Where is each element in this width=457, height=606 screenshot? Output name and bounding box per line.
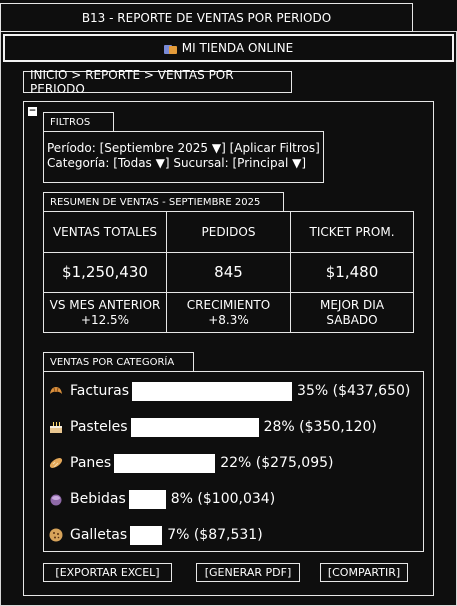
summary-growth: CRECIMIENTO +8.3% <box>167 293 291 332</box>
summary-header-avg-ticket: TICKET PROM. <box>291 212 413 253</box>
growth-value: +8.3% <box>208 312 249 327</box>
category-name: Panes <box>70 455 112 471</box>
summary-header-total-sales: VENTAS TOTALES <box>44 212 167 253</box>
share-button[interactable]: [COMPARTIR] <box>320 563 408 582</box>
window-title: B13 - REPORTE DE VENTAS POR PERIODO <box>81 10 332 25</box>
store-name: MI TIENDA ONLINE <box>181 41 294 55</box>
filters-title: FILTROS <box>50 116 91 128</box>
shopping-bags-icon <box>163 42 177 54</box>
category-name: Facturas <box>70 383 130 399</box>
collapse-toggle-button[interactable]: − <box>28 107 37 116</box>
breadcrumb[interactable]: INICIO > REPORTE > VENTAS POR PERIODO <box>23 68 292 96</box>
category-bar <box>128 489 166 509</box>
filters-section-label: FILTROS <box>43 112 114 132</box>
filters-panel: Período: [Septiembre 2025 ▼] [Aplicar Fi… <box>43 131 324 183</box>
category-row: Pasteles 28% ($350,120) <box>48 416 377 438</box>
sales-summary-table: VENTAS TOTALES PEDIDOS TICKET PROM. $1,2… <box>43 211 414 333</box>
categories-title: VENTAS POR CATEGORÍA <box>50 356 175 368</box>
period-filter-line[interactable]: Período: [Septiembre 2025 ▼] [Aplicar Fi… <box>47 141 320 156</box>
store-header: MI TIENDA ONLINE <box>3 34 454 62</box>
sales-by-category-panel: Facturas 35% ($437,650) Pasteles 28% ($3… <box>43 371 424 552</box>
category-value: 35% ($437,650) <box>297 383 411 399</box>
category-bar <box>130 417 259 437</box>
category-row: Bebidas 8% ($100,034) <box>48 488 275 510</box>
vs-last-month-label: VS MES ANTERIOR <box>49 297 161 312</box>
category-value: 28% ($350,120) <box>263 419 377 435</box>
category-bar <box>114 453 216 473</box>
beverage-icon <box>48 491 64 507</box>
window-title-tab: B13 - REPORTE DE VENTAS POR PERIODO <box>0 3 413 32</box>
category-bar <box>132 381 293 401</box>
cake-icon <box>48 419 64 435</box>
growth-label: CRECIMIENTO <box>186 297 271 312</box>
vs-last-month-value: +12.5% <box>80 312 130 327</box>
category-value: 8% ($100,034) <box>170 491 276 507</box>
category-branch-filter-line[interactable]: Categoría: [Todas ▼] Sucursal: [Principa… <box>47 156 320 171</box>
cookie-icon <box>48 527 64 543</box>
summary-value-total-sales: $1,250,430 <box>44 253 167 293</box>
summary-best-day: MEJOR DIA SABADO <box>291 293 413 332</box>
breadcrumb-text[interactable]: INICIO > REPORTE > VENTAS POR PERIODO <box>30 68 291 96</box>
category-row: Galletas 7% ($87,531) <box>48 524 263 546</box>
category-value: 22% ($275,095) <box>220 455 334 471</box>
summary-vs-last-month: VS MES ANTERIOR +12.5% <box>44 293 167 332</box>
category-name: Pasteles <box>70 419 128 435</box>
category-name: Galletas <box>70 527 128 543</box>
summary-section-label: RESUMEN DE VENTAS - SEPTIEMBRE 2025 <box>43 192 284 212</box>
summary-header-orders: PEDIDOS <box>167 212 291 253</box>
categories-section-label: VENTAS POR CATEGORÍA <box>43 352 194 372</box>
category-row: Facturas 35% ($437,650) <box>48 380 410 402</box>
bread-icon <box>48 455 64 471</box>
category-value: 7% ($87,531) <box>167 527 263 543</box>
category-name: Bebidas <box>70 491 126 507</box>
category-bar <box>130 525 163 545</box>
croissant-icon <box>48 383 64 399</box>
summary-title: RESUMEN DE VENTAS - SEPTIEMBRE 2025 <box>50 196 261 208</box>
best-day-label: MEJOR DIA <box>319 297 385 312</box>
export-excel-button[interactable]: [EXPORTAR EXCEL] <box>43 563 172 582</box>
generate-pdf-button[interactable]: [GENERAR PDF] <box>196 563 300 582</box>
best-day-value: SABADO <box>326 312 378 327</box>
summary-value-avg-ticket: $1,480 <box>291 253 413 293</box>
category-row: Panes 22% ($275,095) <box>48 452 333 474</box>
summary-value-orders: 845 <box>167 253 291 293</box>
